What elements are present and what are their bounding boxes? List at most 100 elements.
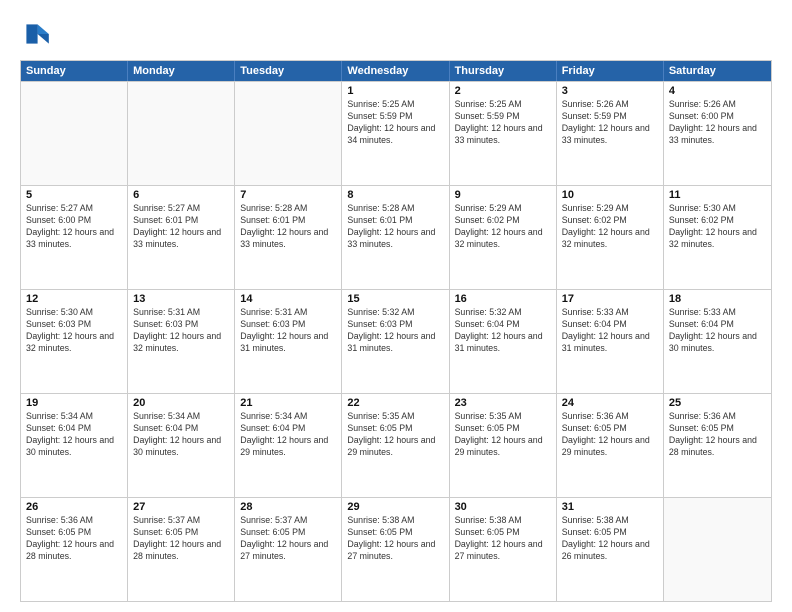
day-info: Sunrise: 5:25 AM Sunset: 5:59 PM Dayligh… (455, 99, 551, 147)
header-day-tuesday: Tuesday (235, 61, 342, 81)
day-info: Sunrise: 5:28 AM Sunset: 6:01 PM Dayligh… (347, 203, 443, 251)
day-number: 21 (240, 397, 336, 409)
day-number: 8 (347, 189, 443, 201)
day-cell-15: 15Sunrise: 5:32 AM Sunset: 6:03 PM Dayli… (342, 290, 449, 393)
day-info: Sunrise: 5:29 AM Sunset: 6:02 PM Dayligh… (562, 203, 658, 251)
day-number: 31 (562, 501, 658, 513)
day-cell-9: 9Sunrise: 5:29 AM Sunset: 6:02 PM Daylig… (450, 186, 557, 289)
day-cell-16: 16 Sunrise: 5:32 AM Sunset: 6:04 PM Dayli… (450, 290, 557, 393)
header-day-friday: Friday (557, 61, 664, 81)
day-number: 4 (669, 85, 766, 97)
header-day-saturday: Saturday (664, 61, 771, 81)
day-info: Sunrise: 5:36 AM Sunset: 6:05 PM Dayligh… (26, 515, 122, 563)
empty-cell (664, 498, 771, 601)
logo-icon (20, 18, 52, 50)
day-cell-20: 20Sunrise: 5:34 AM Sunset: 6:04 PM Dayli… (128, 394, 235, 497)
day-info: Sunrise: 5:36 AM Sunset: 6:05 PM Dayligh… (669, 411, 766, 459)
week-row-1: 1 Sunrise: 5:25 AM Sunset: 5:59 PM Daylig… (21, 81, 771, 185)
day-info: Sunrise: 5:26 AM Sunset: 6:00 PM Dayligh… (669, 99, 766, 147)
day-info: Sunrise: 5:27 AM Sunset: 6:01 PM Dayligh… (133, 203, 229, 251)
day-info: Sunrise: 5:30 AM Sunset: 6:02 PM Dayligh… (669, 203, 766, 251)
week-row-3: 12 Sunrise: 5:30 AM Sunset: 6:03 PM Dayli… (21, 289, 771, 393)
day-cell-19: 19Sunrise: 5:34 AM Sunset: 6:04 PM Dayli… (21, 394, 128, 497)
day-cell-22: 22 Sunrise: 5:35 AM Sunset: 6:05 PM Dayli… (342, 394, 449, 497)
day-info: Sunrise: 5:35 AM Sunset: 6:05 PM Dayligh… (455, 411, 551, 459)
day-info: Sunrise: 5:26 AM Sunset: 5:59 PM Dayligh… (562, 99, 658, 147)
day-info: Sunrise: 5:30 AM Sunset: 6:03 PM Dayligh… (26, 307, 122, 355)
day-info: Sunrise: 5:25 AM Sunset: 5:59 PM Dayligh… (347, 99, 443, 147)
day-number: 17 (562, 293, 658, 305)
day-number: 11 (669, 189, 766, 201)
day-info: Sunrise: 5:35 AM Sunset: 6:05 PM Dayligh… (347, 411, 443, 459)
calendar: SundayMondayTuesdayWednesdayThursdayFrid… (20, 60, 772, 602)
day-number: 26 (26, 501, 122, 513)
day-number: 22 (347, 397, 443, 409)
day-number: 27 (133, 501, 229, 513)
day-info: Sunrise: 5:36 AM Sunset: 6:05 PM Dayligh… (562, 411, 658, 459)
day-number: 14 (240, 293, 336, 305)
day-cell-2: 2Sunrise: 5:25 AM Sunset: 5:59 PM Daylig… (450, 82, 557, 185)
day-cell-3: 3 Sunrise: 5:26 AM Sunset: 5:59 PM Daylig… (557, 82, 664, 185)
day-cell-29: 29Sunrise: 5:38 AM Sunset: 6:05 PM Dayli… (342, 498, 449, 601)
day-cell-28: 28 Sunrise: 5:37 AM Sunset: 6:05 PM Dayli… (235, 498, 342, 601)
day-cell-5: 5Sunrise: 5:27 AM Sunset: 6:00 PM Daylig… (21, 186, 128, 289)
day-cell-13: 13 Sunrise: 5:31 AM Sunset: 6:03 PM Dayli… (128, 290, 235, 393)
day-number: 16 (455, 293, 551, 305)
day-number: 3 (562, 85, 658, 97)
calendar-header: SundayMondayTuesdayWednesdayThursdayFrid… (21, 61, 771, 81)
day-cell-7: 7Sunrise: 5:28 AM Sunset: 6:01 PM Daylig… (235, 186, 342, 289)
day-cell-18: 18 Sunrise: 5:33 AM Sunset: 6:04 PM Dayli… (664, 290, 771, 393)
day-cell-30: 30Sunrise: 5:38 AM Sunset: 6:05 PM Dayli… (450, 498, 557, 601)
day-number: 6 (133, 189, 229, 201)
day-number: 10 (562, 189, 658, 201)
day-number: 13 (133, 293, 229, 305)
day-number: 18 (669, 293, 766, 305)
empty-cell (128, 82, 235, 185)
day-cell-6: 6 Sunrise: 5:27 AM Sunset: 6:01 PM Daylig… (128, 186, 235, 289)
week-row-4: 19 Sunrise: 5:34 AM Sunset: 6:04 PM Dayli… (21, 393, 771, 497)
day-number: 15 (347, 293, 443, 305)
day-cell-31: 31 Sunrise: 5:38 AM Sunset: 6:05 PM Dayli… (557, 498, 664, 601)
day-number: 5 (26, 189, 122, 201)
day-cell-12: 12 Sunrise: 5:30 AM Sunset: 6:03 PM Dayli… (21, 290, 128, 393)
header (20, 18, 772, 50)
day-cell-11: 11 Sunrise: 5:30 AM Sunset: 6:02 PM Dayli… (664, 186, 771, 289)
day-cell-14: 14 Sunrise: 5:31 AM Sunset: 6:03 PM Dayli… (235, 290, 342, 393)
header-day-sunday: Sunday (21, 61, 128, 81)
day-cell-4: 4 Sunrise: 5:26 AM Sunset: 6:00 PM Daylig… (664, 82, 771, 185)
day-number: 23 (455, 397, 551, 409)
day-info: Sunrise: 5:29 AM Sunset: 6:02 PM Dayligh… (455, 203, 551, 251)
day-info: Sunrise: 5:34 AM Sunset: 6:04 PM Dayligh… (133, 411, 229, 459)
header-day-monday: Monday (128, 61, 235, 81)
week-row-5: 26 Sunrise: 5:36 AM Sunset: 6:05 PM Dayli… (21, 497, 771, 601)
day-info: Sunrise: 5:38 AM Sunset: 6:05 PM Dayligh… (455, 515, 551, 563)
day-info: Sunrise: 5:32 AM Sunset: 6:04 PM Dayligh… (455, 307, 551, 355)
day-number: 28 (240, 501, 336, 513)
logo (20, 18, 56, 50)
day-cell-17: 17 Sunrise: 5:33 AM Sunset: 6:04 PM Dayli… (557, 290, 664, 393)
day-number: 12 (26, 293, 122, 305)
day-info: Sunrise: 5:33 AM Sunset: 6:04 PM Dayligh… (562, 307, 658, 355)
day-info: Sunrise: 5:31 AM Sunset: 6:03 PM Dayligh… (133, 307, 229, 355)
day-number: 24 (562, 397, 658, 409)
day-info: Sunrise: 5:38 AM Sunset: 6:05 PM Dayligh… (562, 515, 658, 563)
week-row-2: 5Sunrise: 5:27 AM Sunset: 6:00 PM Daylig… (21, 185, 771, 289)
day-number: 19 (26, 397, 122, 409)
day-info: Sunrise: 5:33 AM Sunset: 6:04 PM Dayligh… (669, 307, 766, 355)
header-day-wednesday: Wednesday (342, 61, 449, 81)
day-info: Sunrise: 5:34 AM Sunset: 6:04 PM Dayligh… (240, 411, 336, 459)
day-cell-24: 24 Sunrise: 5:36 AM Sunset: 6:05 PM Dayli… (557, 394, 664, 497)
day-number: 25 (669, 397, 766, 409)
day-cell-27: 27Sunrise: 5:37 AM Sunset: 6:05 PM Dayli… (128, 498, 235, 601)
day-info: Sunrise: 5:31 AM Sunset: 6:03 PM Dayligh… (240, 307, 336, 355)
calendar-body: 1 Sunrise: 5:25 AM Sunset: 5:59 PM Daylig… (21, 81, 771, 601)
day-info: Sunrise: 5:28 AM Sunset: 6:01 PM Dayligh… (240, 203, 336, 251)
day-info: Sunrise: 5:37 AM Sunset: 6:05 PM Dayligh… (240, 515, 336, 563)
day-cell-25: 25 Sunrise: 5:36 AM Sunset: 6:05 PM Dayli… (664, 394, 771, 497)
day-cell-1: 1 Sunrise: 5:25 AM Sunset: 5:59 PM Daylig… (342, 82, 449, 185)
day-cell-10: 10 Sunrise: 5:29 AM Sunset: 6:02 PM Dayli… (557, 186, 664, 289)
day-cell-21: 21 Sunrise: 5:34 AM Sunset: 6:04 PM Dayli… (235, 394, 342, 497)
day-cell-23: 23 Sunrise: 5:35 AM Sunset: 6:05 PM Dayli… (450, 394, 557, 497)
day-number: 1 (347, 85, 443, 97)
header-day-thursday: Thursday (450, 61, 557, 81)
